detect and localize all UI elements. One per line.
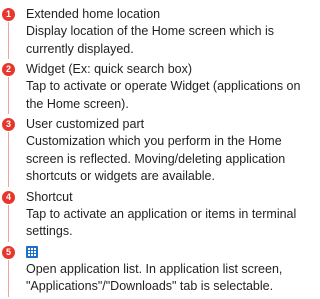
description-line: shortcuts or widgets are available.	[26, 169, 215, 183]
legend-rail	[8, 77, 9, 114]
description-line: screen is reflected. Moving/deleting app…	[26, 151, 286, 166]
legend-item-description: Tap to activate or operate Widget (appli…	[26, 78, 316, 116]
description-line: Tap to activate or operate Widget (appli…	[26, 79, 301, 93]
legend-item-head: 1 Extended home location	[2, 6, 316, 23]
description-line: settings.	[26, 224, 73, 238]
number-badge: 5	[2, 245, 15, 259]
legend-rail	[8, 132, 9, 187]
description-line: Customization which you perform in the H…	[26, 134, 282, 148]
description-line: Open application list. In application li…	[26, 261, 283, 276]
legend-item-description: Display location of the Home screen whic…	[26, 23, 316, 61]
description-line: currently displayed.	[26, 41, 134, 56]
number-badge: 2	[2, 63, 15, 76]
home-screen-legend: 1 Extended home location Display locatio…	[2, 6, 316, 299]
legend-item-head: 3 User customized part	[2, 116, 316, 133]
legend-item-title: User customized part	[26, 117, 145, 131]
legend-item-head: 4 Shortcut	[2, 189, 316, 206]
description-line: Tap to activate an application or items …	[26, 206, 297, 221]
number-badge: 3	[2, 118, 15, 131]
description-line: "Applications"/"Downloads" tab is select…	[26, 279, 274, 293]
description-line: Display location of the Home screen whic…	[26, 24, 275, 38]
legend-item-head: 2 Widget (Ex: quick search box)	[2, 61, 316, 78]
app-list-grid-icon	[26, 246, 38, 258]
legend-item: 5 Open application list. In application …	[2, 244, 316, 299]
legend-item-title: Widget (Ex: quick search box)	[26, 62, 193, 76]
legend-item: 3 User customized part Customization whi…	[2, 116, 316, 189]
legend-item-description: Open application list. In application li…	[26, 261, 316, 299]
legend-rail	[8, 22, 9, 59]
legend-item-title: Shortcut	[26, 189, 73, 204]
number-badge: 1	[2, 8, 15, 21]
legend-item-head: 5	[2, 244, 316, 261]
number-badge: 4	[2, 190, 15, 204]
legend-rail	[8, 204, 9, 242]
legend-item-description: Customization which you perform in the H…	[26, 133, 316, 189]
legend-item: 4 Shortcut Tap to activate an applicatio…	[2, 189, 316, 244]
legend-item: 1 Extended home location Display locatio…	[2, 6, 316, 61]
legend-item-title: Extended home location	[26, 7, 161, 21]
legend-rail	[8, 259, 9, 297]
description-line: the Home screen).	[26, 96, 129, 111]
legend-item: 2 Widget (Ex: quick search box) Tap to a…	[2, 61, 316, 116]
legend-item-description: Tap to activate an application or items …	[26, 206, 316, 244]
